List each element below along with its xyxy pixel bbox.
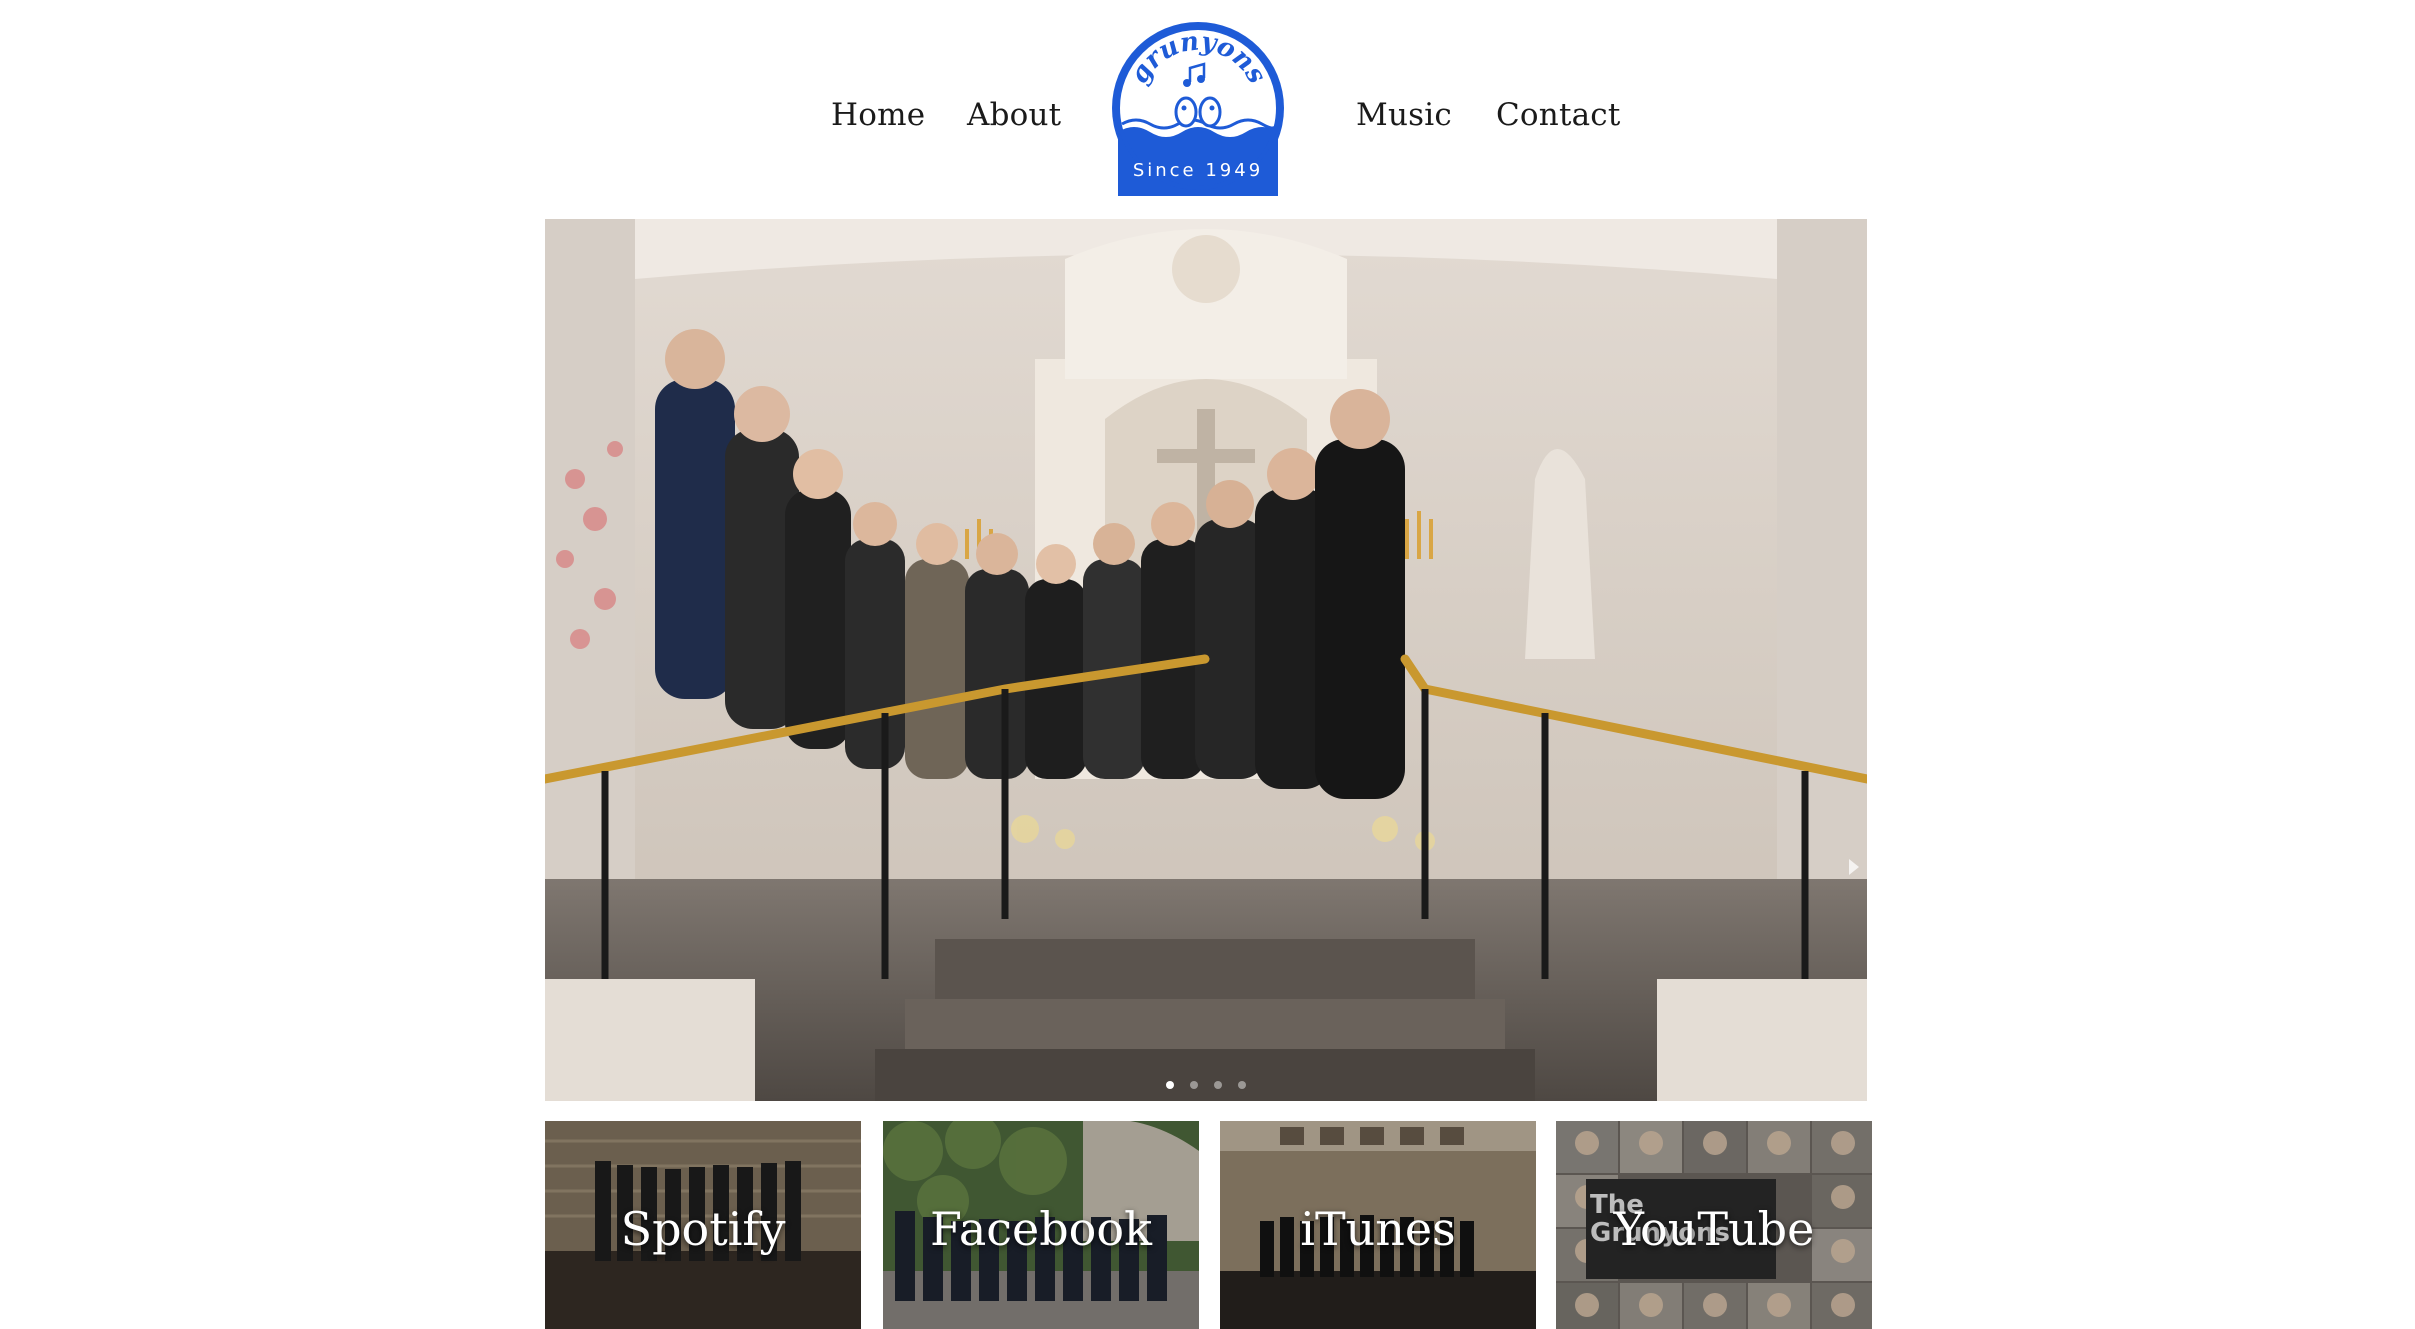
nav-music-link[interactable]: Music	[1356, 95, 1452, 135]
nav-about-link[interactable]: About	[967, 95, 1061, 135]
spotify-tile-label: Spotify	[620, 1202, 786, 1256]
facebook-tile[interactable]: Facebook	[883, 1121, 1199, 1329]
itunes-tile-label: iTunes	[1300, 1202, 1456, 1256]
spotify-tile[interactable]: Spotify	[545, 1121, 861, 1329]
hero-slide-image	[545, 219, 1867, 1101]
slider-dot-4[interactable]	[1238, 1081, 1246, 1089]
site-logo[interactable]: grunyons Since 1949	[1110, 20, 1286, 196]
nav-contact-link[interactable]: Contact	[1496, 95, 1621, 135]
slider-dot-2[interactable]	[1190, 1081, 1198, 1089]
page: Home About grunyons Since 1949 Music Con…	[0, 0, 2415, 1329]
itunes-tile[interactable]: iTunes	[1220, 1121, 1536, 1329]
slider-next-arrow[interactable]	[1849, 859, 1859, 875]
nav-home-link[interactable]: Home	[831, 95, 925, 135]
facebook-tile-label: Facebook	[930, 1202, 1152, 1256]
slider-dots	[545, 1081, 1867, 1089]
slider-dot-1[interactable]	[1166, 1081, 1174, 1089]
logo-tagline: Since 1949	[1132, 160, 1264, 181]
youtube-tile-label: YouTube	[1613, 1202, 1815, 1256]
youtube-tile[interactable]: The Grunyons YouTube	[1556, 1121, 1872, 1329]
slider-dot-3[interactable]	[1214, 1081, 1222, 1089]
hero-slider[interactable]	[545, 219, 1867, 1101]
